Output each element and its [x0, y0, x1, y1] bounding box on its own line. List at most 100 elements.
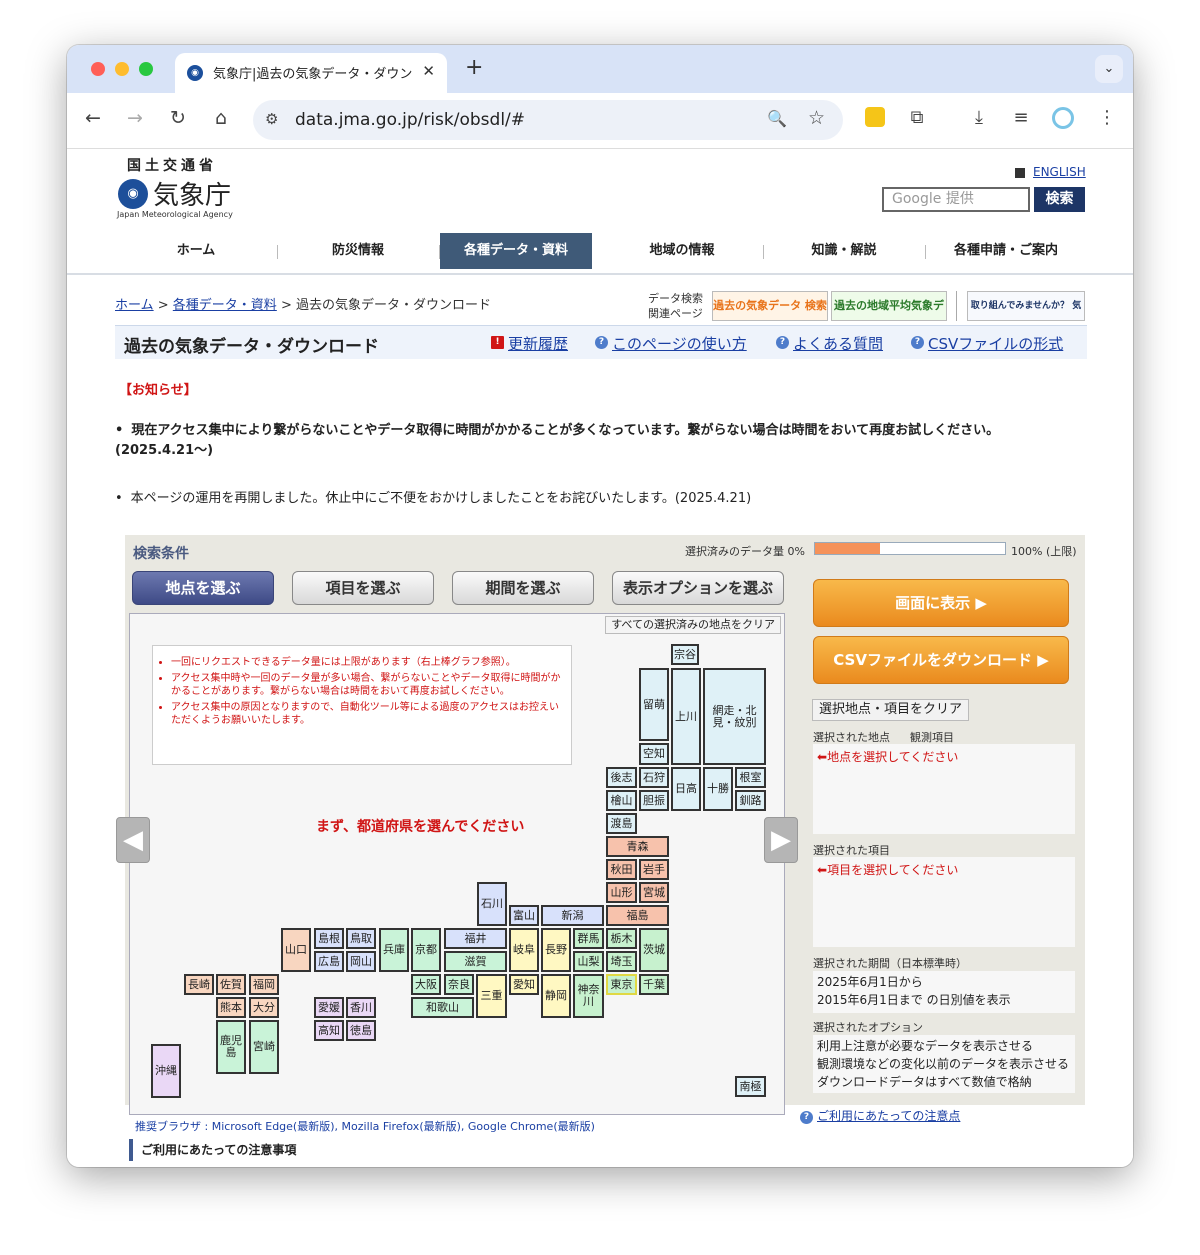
pref-shizuoka[interactable]: 静岡 — [541, 974, 571, 1018]
pref-ehime[interactable]: 愛媛 — [314, 997, 344, 1018]
pref-kumamoto[interactable]: 熊本 — [216, 997, 246, 1018]
pref-iwate[interactable]: 岩手 — [639, 859, 669, 880]
breadcrumb-data[interactable]: 各種データ・資料 — [173, 298, 277, 313]
tab-search-chevron-icon[interactable]: ⌄ — [1095, 55, 1123, 83]
back-arrow-icon[interactable]: ← — [79, 107, 107, 129]
browser-menu-icon[interactable]: ⋮ — [1093, 107, 1121, 128]
regional-average-search-banner[interactable]: 過去の地域平均気象データ 検索 — [831, 291, 947, 340]
pref-sorachi[interactable]: 空知 — [639, 743, 669, 765]
pref-gunma[interactable]: 群馬 — [573, 928, 604, 949]
english-link[interactable]: ENGLISH — [1033, 165, 1086, 179]
pref-fukuoka[interactable]: 福岡 — [249, 974, 279, 995]
site-search-input[interactable]: Google 提供 — [882, 187, 1030, 212]
pref-hidaka[interactable]: 日高 — [671, 767, 701, 811]
agency-name[interactable]: 気象庁 — [153, 175, 231, 212]
pref-wakayama[interactable]: 和歌山 — [411, 997, 474, 1018]
download-csv-button[interactable]: CSVファイルをダウンロード ▶ — [813, 636, 1069, 684]
reload-icon[interactable]: ↻ — [164, 107, 192, 129]
show-on-screen-button[interactable]: 画面に表示 ▶ — [813, 579, 1069, 627]
pref-nagasaki[interactable]: 長崎 — [184, 974, 214, 995]
address-bar[interactable]: ⚙ data.jma.go.jp/risk/obsdl/# 🔍 ☆ — [253, 100, 843, 140]
pref-yamaguchi[interactable]: 山口 — [281, 928, 311, 972]
pref-kanagawa[interactable]: 神奈川 — [573, 974, 604, 1018]
zoom-window-button[interactable] — [139, 62, 153, 76]
pref-saitama[interactable]: 埼玉 — [606, 951, 637, 972]
pref-yamanashi[interactable]: 山梨 — [573, 951, 604, 972]
nav-bosai[interactable]: 防災情報 — [277, 233, 439, 269]
pref-akita[interactable]: 秋田 — [606, 859, 637, 880]
profile-avatar-icon[interactable] — [1049, 107, 1077, 134]
pref-shiga[interactable]: 滋賀 — [444, 951, 507, 972]
clear-all-points-button[interactable]: すべての選択済みの地点をクリア — [605, 616, 781, 634]
pref-soya[interactable]: 宗谷 — [671, 644, 699, 665]
pref-kyoto[interactable]: 京都 — [411, 928, 441, 972]
map-left-arrow-icon[interactable]: ◀ — [116, 817, 150, 863]
pref-tottori[interactable]: 鳥取 — [346, 928, 376, 949]
tab-select-period[interactable]: 期間を選ぶ — [452, 571, 594, 605]
pref-fukushima[interactable]: 福島 — [606, 905, 669, 926]
pref-ishikawa[interactable]: 石川 — [477, 882, 507, 926]
pref-nara[interactable]: 奈良 — [444, 974, 474, 995]
forward-arrow-icon[interactable]: → — [121, 107, 149, 129]
pref-tokushima[interactable]: 徳島 — [346, 1020, 376, 1041]
breadcrumb-home[interactable]: ホーム — [115, 298, 154, 313]
tab-select-item[interactable]: 項目を選ぶ — [292, 571, 434, 605]
pref-tochigi[interactable]: 栃木 — [606, 928, 637, 949]
pref-kamikawa[interactable]: 上川 — [671, 668, 701, 765]
pref-niigata[interactable]: 新潟 — [541, 905, 604, 926]
browser-tab[interactable]: ◉ 気象庁|過去の気象データ・ダウン ✕ — [175, 53, 447, 93]
pref-ishikari[interactable]: 石狩 — [639, 767, 669, 788]
pref-kagawa[interactable]: 香川 — [346, 997, 376, 1018]
pref-kagoshima[interactable]: 鹿児島 — [216, 1020, 246, 1074]
pref-fukui[interactable]: 福井 — [444, 928, 507, 949]
pref-yamagata[interactable]: 山形 — [606, 882, 637, 903]
pref-rumoi[interactable]: 留萌 — [639, 668, 669, 741]
nav-knowledge[interactable]: 知識・解説 — [763, 233, 925, 269]
clear-selection-button[interactable]: 選択地点・項目をクリア — [812, 699, 970, 721]
pref-antarctica[interactable]: 南極 — [735, 1076, 766, 1097]
pref-hiyama[interactable]: 檜山 — [606, 790, 637, 811]
pref-shimane[interactable]: 島根 — [314, 928, 344, 949]
pref-hiroshima[interactable]: 広島 — [314, 951, 344, 972]
pref-miyagi[interactable]: 宮城 — [639, 882, 669, 903]
climate-risk-banner[interactable]: 取り組んでみませんか？ 気候リスク管理 — [967, 291, 1085, 339]
tab-select-point[interactable]: 地点を選ぶ — [132, 571, 274, 605]
pref-miyazaki[interactable]: 宮崎 — [249, 1020, 279, 1074]
pref-abashiri[interactable]: 網走・北見・紋別 — [703, 668, 766, 765]
home-icon[interactable]: ⌂ — [207, 107, 235, 129]
tab-select-options[interactable]: 表示オプションを選ぶ — [612, 571, 784, 605]
pref-tokachi[interactable]: 十勝 — [703, 767, 733, 811]
pref-oshima[interactable]: 渡島 — [606, 813, 637, 834]
faq-link[interactable]: よくある質問 — [793, 333, 883, 354]
pref-kushiro[interactable]: 釧路 — [735, 790, 766, 811]
pref-aomori[interactable]: 青森 — [606, 836, 669, 857]
pref-osaka[interactable]: 大阪 — [411, 974, 441, 995]
close-window-button[interactable] — [91, 62, 105, 76]
pref-ibaraki[interactable]: 茨城 — [639, 928, 669, 972]
csv-format-link[interactable]: CSVファイルの形式 — [928, 333, 1063, 354]
pref-hyogo[interactable]: 兵庫 — [379, 928, 409, 972]
pref-nagano[interactable]: 長野 — [541, 928, 571, 972]
minimize-window-button[interactable] — [115, 62, 129, 76]
update-history-link[interactable]: 更新履歴 — [508, 333, 568, 354]
pref-kochi[interactable]: 高知 — [314, 1020, 344, 1041]
tab-close-icon[interactable]: ✕ — [422, 62, 435, 80]
pref-okayama[interactable]: 岡山 — [346, 951, 376, 972]
extension-bulb-icon[interactable] — [861, 107, 889, 132]
pref-toyama[interactable]: 富山 — [509, 905, 539, 926]
pref-gifu[interactable]: 岐阜 — [509, 928, 539, 972]
past-weather-search-banner[interactable]: 過去の気象データ 検索 — [712, 291, 828, 321]
usage-notes-link[interactable]: ご利用にあたっての注意点 — [817, 1107, 960, 1124]
jma-logo-icon[interactable]: ◉ — [118, 179, 148, 209]
download-icon[interactable]: ⤓ — [965, 107, 993, 128]
pref-shiribeshi[interactable]: 後志 — [606, 767, 637, 788]
map-right-arrow-icon[interactable]: ▶ — [764, 817, 798, 863]
pref-okinawa[interactable]: 沖縄 — [151, 1044, 181, 1098]
nav-region[interactable]: 地域の情報 — [601, 233, 763, 269]
pref-chiba[interactable]: 千葉 — [639, 974, 669, 995]
pref-mie[interactable]: 三重 — [476, 974, 507, 1018]
zoom-icon[interactable]: 🔍 — [767, 109, 787, 128]
nav-application[interactable]: 各種申請・ご案内 — [925, 233, 1087, 269]
new-tab-button[interactable]: + — [465, 55, 483, 80]
pref-tokyo[interactable]: 東京 — [606, 974, 637, 995]
